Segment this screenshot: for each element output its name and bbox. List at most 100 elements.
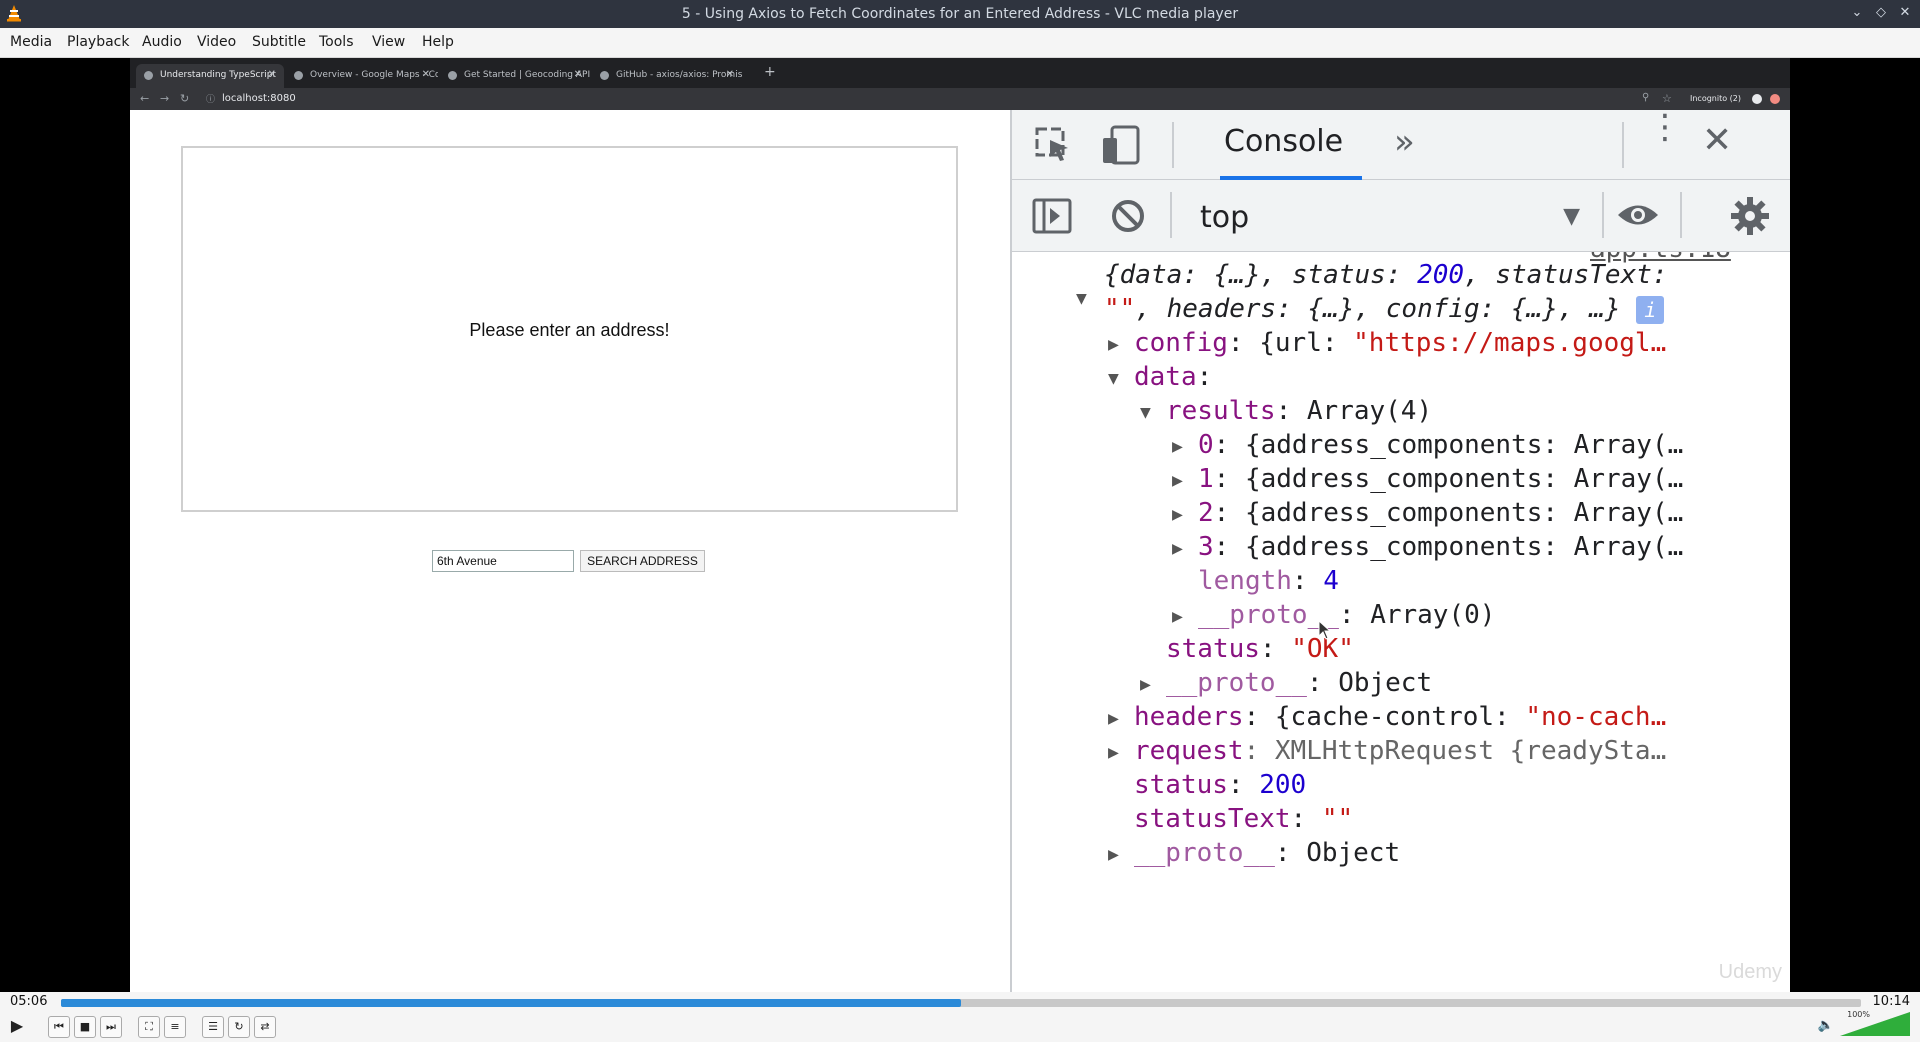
new-tab-icon: + xyxy=(764,64,776,80)
play-icon[interactable]: ▶ xyxy=(6,1016,28,1038)
toolbar-divider xyxy=(1602,192,1604,238)
console-line: length: 4 xyxy=(1198,566,1339,596)
browser-tab-label: Get Started | Geocoding API xyxy=(464,70,590,80)
live-expression-eye-icon xyxy=(1618,205,1658,225)
maximize-icon[interactable]: ◇ xyxy=(1872,4,1890,22)
browser-tab-strip: Understanding TypeScript ✕ Overview - Go… xyxy=(130,58,1790,88)
console-text: {data: {…}, status: xyxy=(1104,260,1418,290)
tab-console: Console xyxy=(1224,124,1344,159)
total-time: 10:14 xyxy=(1872,994,1910,1009)
toolbar-divider xyxy=(1680,192,1682,238)
toolbar-divider xyxy=(1170,192,1172,238)
console-text: , statusText: xyxy=(1464,260,1668,290)
console-text: : Object xyxy=(1306,668,1433,698)
console-line: __proto__: Object xyxy=(1134,838,1400,868)
close-icon[interactable]: ✕ xyxy=(1896,4,1914,22)
minimize-icon[interactable]: ⌄ xyxy=(1848,4,1866,22)
console-key: 1 xyxy=(1198,464,1214,494)
loop-icon[interactable]: ↻ xyxy=(228,1016,250,1038)
console-key: status xyxy=(1166,634,1260,664)
video-area[interactable]: Understanding TypeScript ✕ Overview - Go… xyxy=(0,58,1920,992)
star-icon: ☆ xyxy=(1662,92,1672,105)
menu-tools[interactable]: Tools xyxy=(319,34,354,50)
console-line: __proto__: Array(0) xyxy=(1198,600,1495,630)
settings-gear-icon xyxy=(1731,197,1769,235)
speaker-icon[interactable]: 🔈 xyxy=(1818,1018,1834,1033)
console-text: , headers: {…}, config: {…}, …} xyxy=(1135,294,1621,324)
tab-favicon-icon xyxy=(600,71,609,80)
console-key: __proto__ xyxy=(1166,668,1307,698)
menu-video[interactable]: Video xyxy=(197,34,236,50)
browser-tab-label: Understanding TypeScript xyxy=(160,70,276,80)
expand-triangle-icon: ▼ xyxy=(1108,368,1119,389)
collapsed-triangle-icon: ▶ xyxy=(1172,538,1183,559)
collapsed-triangle-icon: ▶ xyxy=(1140,674,1151,695)
console-line: status: 200 xyxy=(1134,770,1307,800)
console-string: "no-cach… xyxy=(1525,702,1667,732)
console-key: request xyxy=(1134,736,1244,766)
incognito-icon xyxy=(1752,94,1762,104)
console-key: length xyxy=(1198,566,1292,596)
console-string: "https://maps.googl… xyxy=(1353,328,1667,358)
console-key: 2 xyxy=(1198,498,1214,528)
search-address-button: SEARCH ADDRESS xyxy=(580,550,705,572)
console-text: : {cache-control: xyxy=(1243,702,1526,732)
playlist-icon[interactable]: ☰ xyxy=(202,1016,224,1038)
collapsed-triangle-icon: ▶ xyxy=(1172,470,1183,491)
volume-slider[interactable] xyxy=(1840,1012,1910,1036)
console-line: {data: {…}, status: 200, statusText: xyxy=(1104,260,1668,290)
collapsed-triangle-icon: ▶ xyxy=(1108,742,1119,763)
console-text: : {address_components: Array(… xyxy=(1213,430,1684,460)
console-filter-bar: top ▼ xyxy=(1012,180,1790,252)
console-text: : Array(4) xyxy=(1275,396,1433,426)
menu-audio[interactable]: Audio xyxy=(142,34,182,50)
console-line: config: {url: "https://maps.googl… xyxy=(1134,328,1666,358)
menu-view[interactable]: View xyxy=(372,34,405,50)
console-key: 0 xyxy=(1198,430,1214,460)
console-text: : XMLHttpRequest {readySta… xyxy=(1243,736,1667,766)
shuffle-icon[interactable]: ⇄ xyxy=(254,1016,276,1038)
console-output: app.ts:18 ▼ {data: {…}, status: 200, sta… xyxy=(1012,252,1790,992)
console-text: : Array(0) xyxy=(1338,600,1496,630)
menu-playback[interactable]: Playback xyxy=(67,34,129,50)
sidebar-toggle-icon xyxy=(1032,198,1072,234)
close-devtools-icon: ✕ xyxy=(1702,120,1733,161)
watermark: Udemy xyxy=(1718,961,1782,983)
browser-tab-2: Overview - Google Maps - Co ✕ xyxy=(286,64,438,88)
menu-media[interactable]: Media xyxy=(10,34,52,50)
console-line: results: Array(4) xyxy=(1166,396,1432,426)
context-value: top xyxy=(1200,200,1250,235)
extended-settings-icon[interactable]: ≡ xyxy=(164,1016,186,1038)
console-number: 200 xyxy=(1259,770,1307,800)
console-line: 0: {address_components: Array(… xyxy=(1198,430,1683,460)
title-bar: 5 - Using Axios to Fetch Coordinates for… xyxy=(0,0,1920,28)
menu-help[interactable]: Help xyxy=(422,34,454,50)
menu-subtitle[interactable]: Subtitle xyxy=(252,34,306,50)
zoom-icon: ⚲ xyxy=(1642,92,1650,103)
browser-tab-3: Get Started | Geocoding API ✕ xyxy=(440,64,590,88)
web-page: Please enter an address! 6th Avenue SEAR… xyxy=(130,110,1010,992)
next-icon[interactable]: ⏭ xyxy=(100,1016,122,1038)
window-title: 5 - Using Axios to Fetch Coordinates for… xyxy=(681,6,1239,22)
fullscreen-icon[interactable]: ⛶ xyxy=(138,1016,160,1038)
inspect-element-icon xyxy=(1035,127,1068,161)
collapsed-triangle-icon: ▶ xyxy=(1172,436,1183,457)
console-text: : {address_components: Array(… xyxy=(1213,498,1684,528)
tab-close-icon: ✕ xyxy=(267,69,276,80)
device-toolbar-icon xyxy=(1103,125,1140,165)
clear-console-icon xyxy=(1112,200,1144,232)
map-message: Please enter an address! xyxy=(469,320,670,340)
console-key: results xyxy=(1166,396,1276,426)
stop-icon[interactable]: ■ xyxy=(74,1016,96,1038)
console-string: "" xyxy=(1104,294,1136,324)
seek-bar[interactable] xyxy=(61,999,1861,1007)
forward-icon: → xyxy=(160,92,170,105)
info-icon: ⓘ xyxy=(206,95,216,105)
video-frame: Understanding TypeScript ✕ Overview - Go… xyxy=(130,58,1790,992)
collapsed-triangle-icon: ▶ xyxy=(1172,504,1183,525)
tab-favicon-icon xyxy=(144,71,153,80)
console-line: request: XMLHttpRequest {readySta… xyxy=(1134,736,1666,766)
previous-icon[interactable]: ⏮ xyxy=(48,1016,70,1038)
profile-icon xyxy=(1770,94,1780,104)
console-string: "" xyxy=(1321,804,1354,834)
